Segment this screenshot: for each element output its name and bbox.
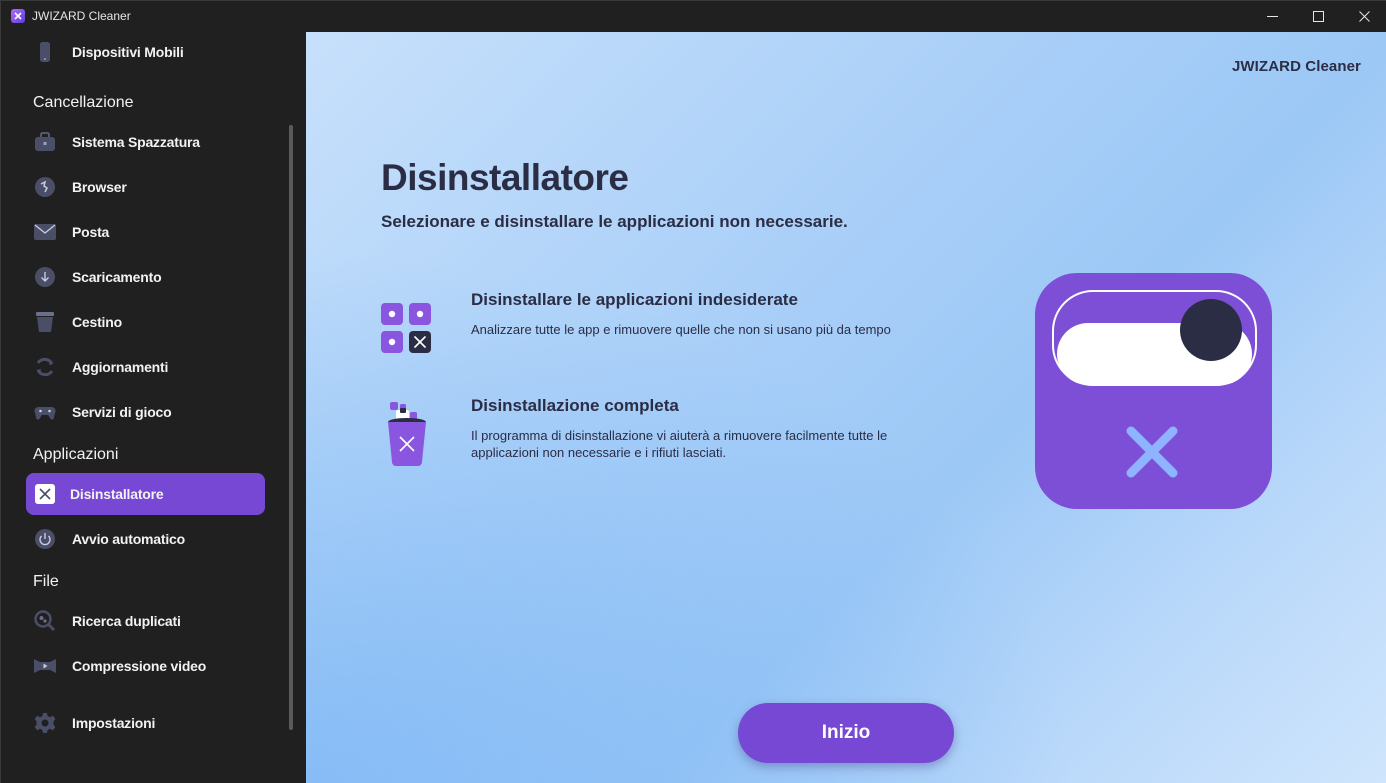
globe-icon [34, 176, 56, 198]
trash-bin-icon [386, 402, 428, 468]
minimize-button[interactable] [1249, 1, 1295, 32]
title-bar: JWIZARD Cleaner [1, 1, 1386, 32]
sidebar-item-mobile-devices[interactable]: Dispositivi Mobili [26, 31, 265, 73]
trash-icon [34, 311, 56, 333]
sidebar-item-label: Browser [72, 179, 127, 195]
sidebar-item-system-junk[interactable]: Sistema Spazzatura [26, 121, 265, 163]
feature-description: Analizzare tutte le app e rimuovere quel… [471, 322, 891, 337]
sidebar-item-autostart[interactable]: Avvio automatico [26, 518, 265, 560]
sidebar-item-updates[interactable]: Aggiornamenti [26, 346, 265, 388]
sidebar-item-label: Aggiornamenti [72, 359, 169, 375]
window-controls [1249, 1, 1386, 32]
sidebar-scrollbar[interactable] [289, 125, 293, 730]
download-icon [34, 266, 56, 288]
close-button[interactable] [1341, 1, 1386, 32]
uninstall-illustration [1035, 273, 1272, 509]
page-title: Disinstallatore [381, 157, 629, 198]
app-grid-remove-icon [381, 302, 433, 354]
maximize-button[interactable] [1295, 1, 1341, 32]
briefcase-icon [34, 131, 56, 153]
main-panel: JWIZARD Cleaner Disinstallatore Selezion… [306, 32, 1386, 783]
sidebar-item-duplicate-search[interactable]: Ricerca duplicati [26, 600, 265, 642]
sidebar-item-game-services[interactable]: Servizi di gioco [26, 391, 265, 433]
window-title: JWIZARD Cleaner [32, 9, 131, 23]
sidebar-item-label: Impostazioni [72, 715, 156, 731]
sidebar-item-label: Cestino [72, 314, 122, 330]
sidebar-item-label: Servizi di gioco [72, 404, 172, 420]
sidebar-item-mail[interactable]: Posta [26, 211, 265, 253]
feature-description: Il programma di disinstallazione vi aiut… [471, 428, 888, 460]
minimize-icon [1266, 16, 1278, 17]
sidebar-item-label: Posta [72, 224, 110, 240]
section-heading-applications: Applicazioni [33, 446, 119, 463]
sidebar-item-uninstaller[interactable]: Disinstallatore [26, 473, 265, 515]
uninstall-icon [34, 483, 56, 505]
sidebar-item-settings[interactable]: Impostazioni [26, 702, 265, 744]
feature-title: Disinstallazione completa [471, 396, 679, 415]
section-heading-file: File [33, 573, 59, 590]
sidebar-item-label: Sistema Spazzatura [72, 134, 200, 150]
sidebar-item-recycle-bin[interactable]: Cestino [26, 301, 265, 343]
section-heading-cleaning: Cancellazione [33, 94, 134, 111]
start-button[interactable]: Inizio [738, 703, 954, 763]
app-logo-icon [11, 9, 25, 23]
search-duplicates-icon [34, 610, 56, 632]
refresh-icon [34, 356, 56, 378]
sidebar-item-label: Disinstallatore [70, 486, 164, 502]
power-icon [34, 528, 56, 550]
gear-icon [34, 712, 56, 734]
video-icon [34, 655, 56, 677]
brand-title: JWIZARD Cleaner [1231, 58, 1361, 75]
sidebar-item-label: Ricerca duplicati [72, 613, 181, 629]
phone-icon [34, 41, 56, 63]
maximize-icon [1312, 11, 1324, 22]
gamepad-icon [34, 401, 56, 423]
close-icon [1358, 11, 1370, 22]
sidebar-item-label: Scaricamento [72, 269, 162, 285]
sidebar-item-browser[interactable]: Browser [26, 166, 265, 208]
sidebar-item-label: Dispositivi Mobili [72, 44, 184, 60]
app-window: JWIZARD Cleaner Dispositivi Mobili Cance… [0, 0, 1386, 783]
sidebar: Dispositivi Mobili Cancellazione Sistema… [1, 32, 306, 783]
sidebar-item-video-compression[interactable]: Compressione video [26, 645, 265, 687]
page-subtitle: Selezionare e disinstallare le applicazi… [381, 212, 848, 231]
sidebar-item-label: Avvio automatico [72, 531, 185, 547]
mail-icon [34, 221, 56, 243]
sidebar-item-label: Compressione video [72, 658, 207, 674]
feature-title: Disinstallare le applicazioni indesidera… [471, 290, 798, 309]
sidebar-item-downloads[interactable]: Scaricamento [26, 256, 265, 298]
